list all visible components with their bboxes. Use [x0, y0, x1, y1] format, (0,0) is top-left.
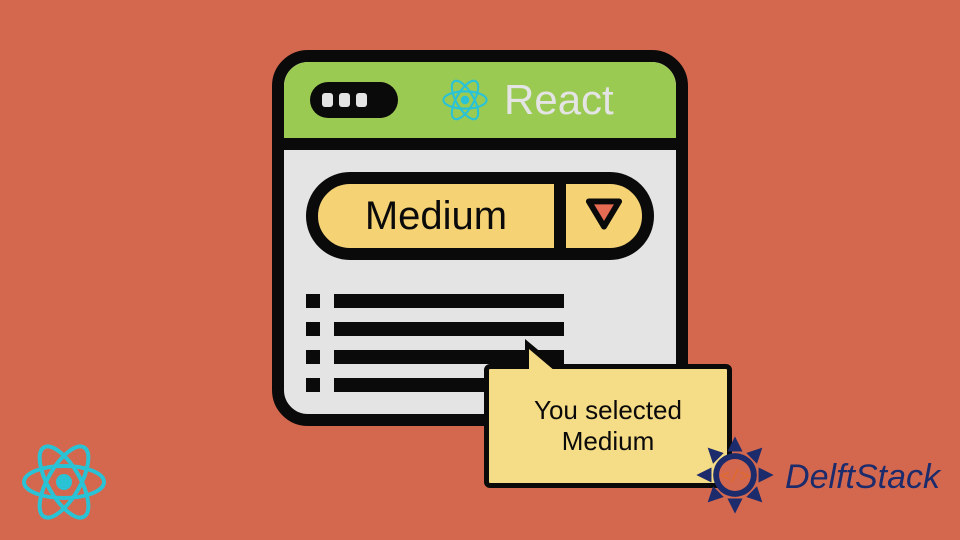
select-value: Medium: [318, 184, 554, 248]
bullet-icon: [306, 322, 320, 336]
brand-name: DelftStack: [785, 458, 940, 497]
line-placeholder: [334, 294, 564, 308]
window-header: React: [284, 62, 676, 150]
react-atom-icon: [438, 73, 492, 127]
header-title-group: React: [438, 73, 614, 127]
delftstack-logo-icon: </>: [693, 433, 777, 522]
bullet-icon: [306, 294, 320, 308]
window-dot: [339, 93, 350, 107]
header-title: React: [504, 76, 614, 124]
line-placeholder: [334, 322, 564, 336]
window-dot: [322, 93, 333, 107]
window-dot: [356, 93, 367, 107]
list-item: [306, 350, 654, 364]
select-dropdown[interactable]: Medium: [306, 172, 654, 260]
react-atom-icon: [14, 432, 114, 532]
bullet-icon: [306, 378, 320, 392]
window-body: Medium: [284, 150, 676, 392]
bullet-icon: [306, 350, 320, 364]
list-item: [306, 322, 654, 336]
select-arrow-button[interactable]: [554, 184, 642, 248]
chevron-down-icon: [583, 193, 625, 240]
window-controls: [310, 82, 398, 118]
svg-text:</>: </>: [720, 465, 750, 485]
tooltip-text: You selected Medium: [505, 395, 711, 457]
brand-logo-group: </> DelftStack: [693, 433, 940, 522]
list-item: [306, 294, 654, 308]
